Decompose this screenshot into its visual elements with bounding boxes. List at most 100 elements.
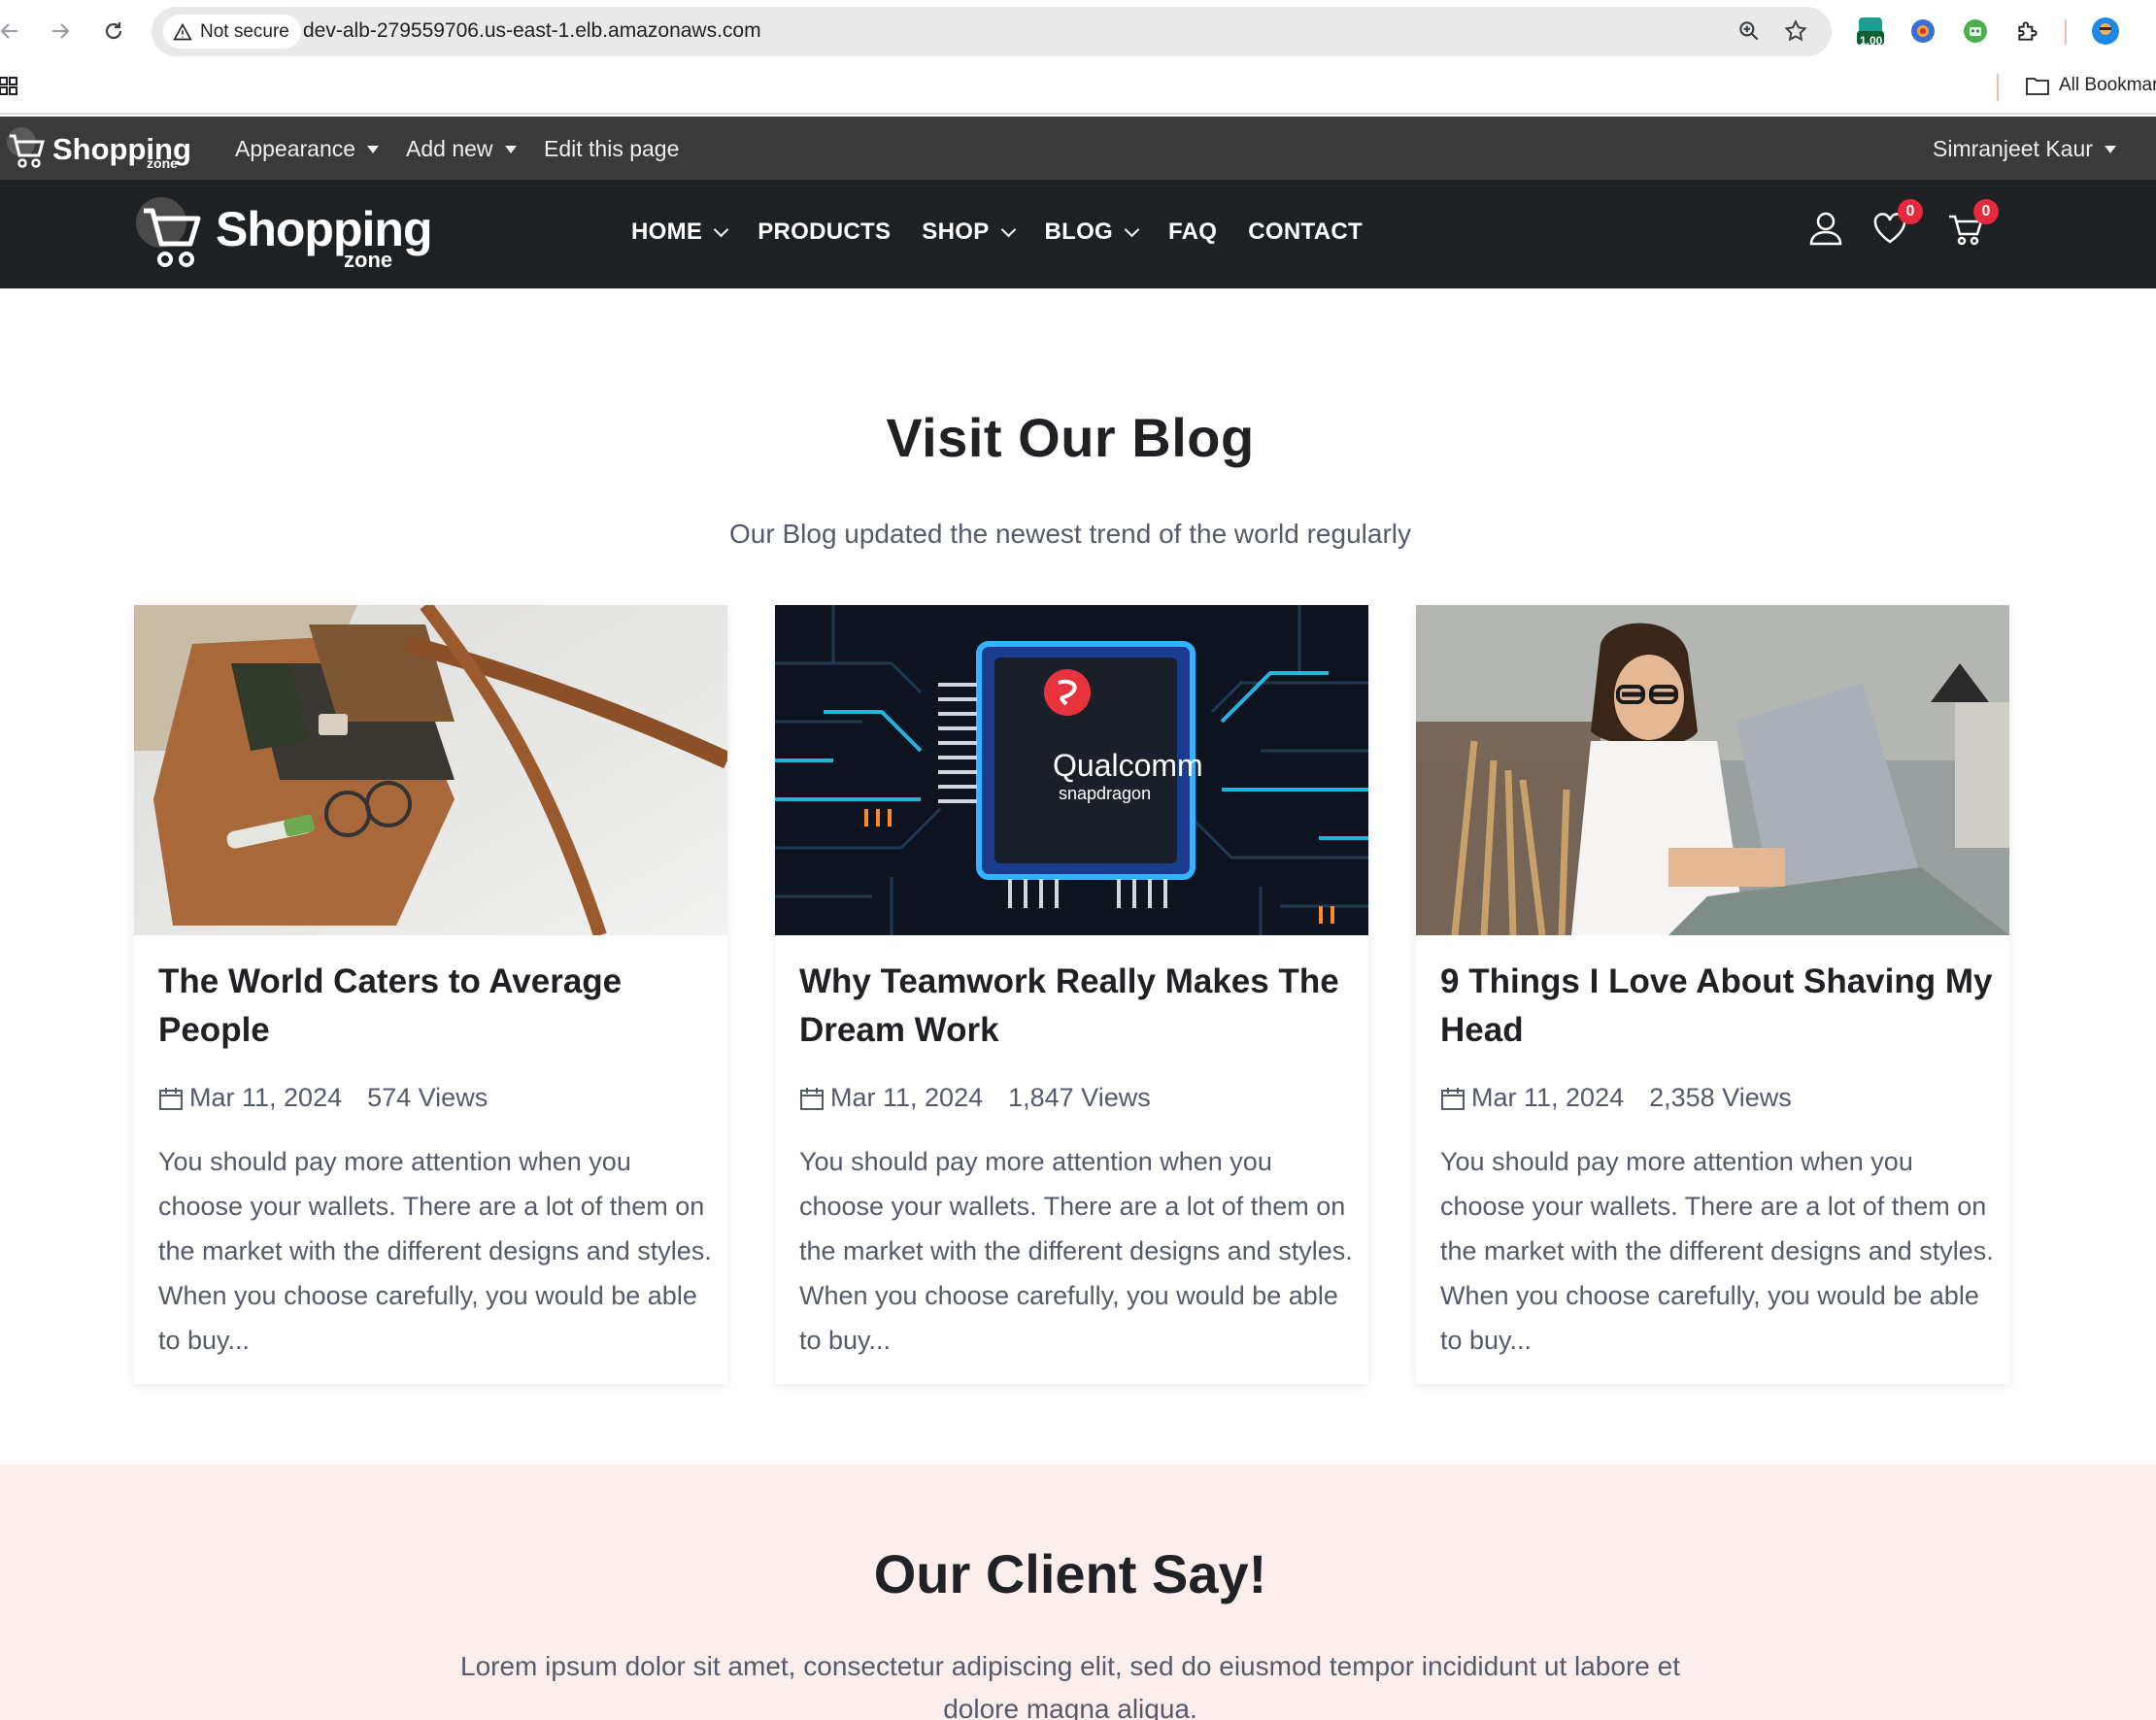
blog-card[interactable]: Qualcomm snapdragon Why Teamwork Really …: [775, 605, 1368, 1384]
blog-section-title: Visit Our Blog: [886, 407, 1255, 468]
cart-logo-icon: [136, 197, 201, 267]
extension-robot-icon: [1964, 19, 1987, 43]
admin-menu-appearance[interactable]: Appearance: [235, 136, 380, 162]
warning-icon: [173, 22, 192, 40]
extension-target-icon: [1911, 19, 1935, 43]
cart-button[interactable]: 0: [1946, 199, 1999, 248]
admin-menu-add-new-label: Add new: [406, 136, 493, 161]
blog-card-image[interactable]: Qualcomm snapdragon: [775, 605, 1368, 935]
reload-icon: [105, 22, 122, 40]
nav-contact[interactable]: CONTACT: [1248, 219, 1363, 246]
profile-avatar-icon: [2092, 17, 2119, 45]
chevron-down-icon: [1000, 221, 1016, 237]
blog-card-views: 2,358 Views: [1649, 1083, 1792, 1112]
caret-down-icon: [2104, 145, 2116, 153]
main-nav: HOME PRODUCTS SHOP BLOG FAQ CONTACT: [631, 219, 1363, 246]
testimonials-section: Our Client Say! Lorem ipsum dolor sit am…: [0, 1465, 2156, 1720]
nav-shop[interactable]: SHOP: [922, 219, 1016, 246]
bookmarks-bar: All Bookmarks: [0, 62, 2156, 115]
blog-card-date: Mar 11, 2024: [189, 1083, 343, 1112]
nav-faq-label: FAQ: [1168, 219, 1218, 245]
nav-faq[interactable]: FAQ: [1168, 219, 1217, 246]
calendar-icon: [800, 1087, 824, 1110]
admin-menu-edit-page[interactable]: Edit this page: [544, 136, 679, 162]
wishlist-count-badge: 0: [1898, 199, 1923, 224]
nav-shop-label: SHOP: [922, 219, 990, 245]
nav-home-label: HOME: [631, 219, 703, 245]
zoom-icon[interactable]: [1736, 18, 1762, 44]
blog-card-title[interactable]: 9 Things I Love About Shaving My Head: [1440, 958, 1994, 1055]
blog-section-subtitle: Our Blog updated the newest trend of the…: [729, 519, 1411, 549]
caret-down-icon: [367, 145, 380, 153]
testimonials-title: Our Client Say!: [873, 1543, 1267, 1604]
bookmark-star-icon[interactable]: [1783, 18, 1808, 44]
extension-blue-circle[interactable]: [1907, 16, 1938, 47]
blog-card-image[interactable]: [1416, 605, 2009, 935]
nav-products[interactable]: PRODUCTS: [758, 219, 891, 246]
account-button[interactable]: [1806, 209, 1845, 248]
back-arrow-icon: [0, 23, 17, 39]
forward-button[interactable]: [43, 14, 78, 49]
puzzle-icon: [2018, 21, 2038, 41]
nav-blog-label: BLOG: [1044, 219, 1114, 245]
nav-contact-label: CONTACT: [1248, 219, 1363, 245]
calendar-icon: [159, 1087, 183, 1110]
extension-counter[interactable]: 1.00: [1855, 16, 1886, 48]
site-logo-text: Shopping: [216, 202, 432, 256]
blog-card-meta: Mar 11, 2024 1,847 Views: [799, 1083, 1151, 1113]
chip-image: Qualcomm snapdragon: [775, 605, 1368, 935]
all-bookmarks-button[interactable]: All Bookmarks: [2026, 75, 2156, 96]
admin-menu-edit-page-label: Edit this page: [544, 136, 680, 161]
url-text[interactable]: dev-alb-279559706.us-east-1.elb.amazonaw…: [303, 19, 761, 43]
all-bookmarks-label: All Bookmarks: [2059, 75, 2156, 95]
extension-robot[interactable]: [1960, 16, 1991, 47]
toolbar-divider: [2065, 19, 2067, 45]
browser-toolbar: Not secure dev-alb-279559706.us-east-1.e…: [0, 0, 2156, 62]
chevron-down-icon: [1124, 221, 1140, 237]
blog-card-date: Mar 11, 2024: [1471, 1083, 1625, 1112]
blog-card-excerpt: You should pay more attention when you c…: [158, 1147, 712, 1355]
forward-arrow-icon: [52, 23, 70, 39]
site-info-chip[interactable]: Not secure: [163, 15, 301, 49]
bookmarks-divider: [1997, 74, 1999, 101]
address-bar[interactable]: Not secure dev-alb-279559706.us-east-1.e…: [152, 7, 1832, 56]
folder-icon: [2026, 78, 2049, 95]
reload-button[interactable]: [96, 14, 131, 49]
admin-user-menu[interactable]: Simranjeet Kaur: [1933, 136, 2116, 162]
wishlist-button[interactable]: 0: [1870, 199, 1923, 248]
admin-logo-sub: zone: [147, 155, 178, 171]
blog-card[interactable]: 9 Things I Love About Shaving My Head Ma…: [1416, 605, 2009, 1384]
chip-model-text: snapdragon: [1059, 784, 1151, 803]
admin-cart-logo-icon: [7, 127, 45, 168]
blog-card[interactable]: The World Caters to Average People Mar 1…: [134, 605, 727, 1384]
admin-site-logo[interactable]: Shopping zone: [6, 126, 191, 171]
nav-blog[interactable]: BLOG: [1044, 219, 1140, 246]
nav-home[interactable]: HOME: [631, 219, 729, 246]
testimonials-intro: Lorem ipsum dolor sit amet, consectetur …: [460, 1651, 1680, 1720]
profile-button[interactable]: [2090, 16, 2121, 47]
extensions-button[interactable]: [2012, 16, 2043, 47]
blog-card-title[interactable]: The World Caters to Average People: [158, 958, 712, 1055]
nav-products-label: PRODUCTS: [758, 219, 892, 245]
blog-card-date: Mar 11, 2024: [830, 1083, 984, 1112]
site-logo-sub: zone: [344, 248, 393, 272]
chevron-down-icon: [713, 221, 729, 237]
apps-grid-icon[interactable]: [0, 76, 19, 97]
cart-count-badge: 0: [1973, 199, 1999, 224]
blog-card-views: 574 Views: [367, 1083, 488, 1112]
site-logo[interactable]: Shopping zone: [132, 195, 433, 275]
blog-card-meta: Mar 11, 2024 574 Views: [158, 1083, 488, 1113]
back-button[interactable]: [0, 14, 27, 49]
woman-laptop-image: [1416, 605, 2009, 935]
extension-badge: 1.00: [1860, 34, 1883, 48]
site-header: Shopping zone HOME PRODUCTS SHOP BLOG FA…: [0, 180, 2156, 288]
blog-card-views: 1,847 Views: [1008, 1083, 1151, 1112]
chip-brand-text: Qualcomm: [1053, 748, 1203, 783]
blog-card-title[interactable]: Why Teamwork Really Makes The Dream Work: [799, 958, 1353, 1055]
blog-card-meta: Mar 11, 2024 2,358 Views: [1440, 1083, 1792, 1113]
calendar-icon: [1441, 1087, 1465, 1110]
blog-card-excerpt: You should pay more attention when you c…: [799, 1147, 1353, 1355]
leather-bag-image: [134, 605, 727, 935]
admin-menu-add-new[interactable]: Add new: [406, 136, 517, 162]
blog-card-image[interactable]: [134, 605, 727, 935]
